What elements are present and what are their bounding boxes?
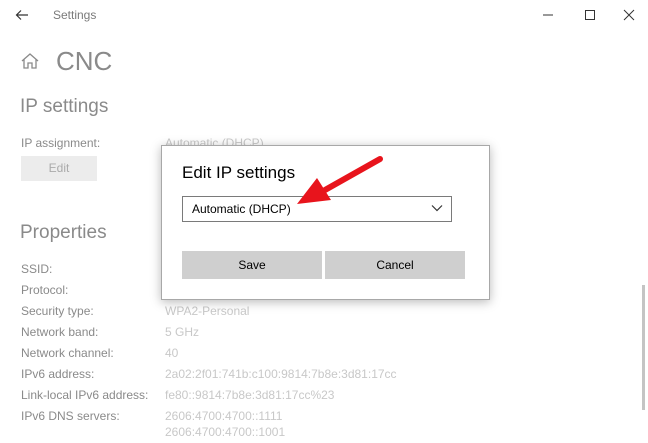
protocol-label: Protocol: — [21, 283, 69, 297]
ipv6-dns-label: IPv6 DNS servers: — [21, 409, 120, 423]
properties-heading: Properties — [20, 222, 107, 243]
minimize-icon[interactable] — [541, 8, 555, 22]
link-local-ipv6-value: fe80::9814:7b8e:3d81:17cc%23 — [165, 388, 335, 402]
network-band-value: 5 GHz — [165, 325, 200, 339]
title-bar: Settings — [0, 0, 648, 30]
save-button[interactable]: Save — [182, 251, 322, 279]
ssid-label: SSID: — [21, 262, 53, 276]
ip-assignment-label: IP assignment: — [21, 136, 101, 150]
dropdown-selected-value: Automatic (DHCP) — [192, 202, 291, 216]
ipv6-dns-value: 2606:4700:4700::1111 — [165, 409, 283, 423]
chevron-down-icon — [431, 205, 443, 212]
security-type-label: Security type: — [21, 304, 94, 318]
back-arrow-icon[interactable] — [15, 8, 29, 22]
maximize-icon[interactable] — [583, 8, 597, 22]
dialog-title: Edit IP settings — [182, 163, 296, 182]
ip-settings-heading: IP settings — [20, 96, 109, 117]
link-local-ipv6-label: Link-local IPv6 address: — [21, 388, 149, 402]
network-channel-label: Network channel: — [21, 346, 114, 360]
network-band-label: Network band: — [21, 325, 99, 339]
close-icon[interactable] — [622, 8, 636, 22]
network-channel-value: 40 — [165, 346, 179, 360]
ipv6-address-value: 2a02:2f01:741b:c100:9814:7b8e:3d81:17cc — [165, 367, 397, 381]
ipv6-address-label: IPv6 address: — [21, 367, 95, 381]
cancel-button[interactable]: Cancel — [325, 251, 465, 279]
annotation-arrow-icon — [297, 156, 383, 204]
ipv6-dns-secondary-value: 2606:4700:4700::1001 — [165, 425, 286, 439]
home-icon[interactable] — [20, 52, 40, 70]
scrollbar[interactable] — [642, 285, 645, 410]
window-title: Settings — [53, 8, 97, 22]
page-title: CNC — [56, 46, 113, 76]
edit-button[interactable]: Edit — [21, 156, 97, 181]
security-type-value: WPA2-Personal — [165, 304, 250, 318]
